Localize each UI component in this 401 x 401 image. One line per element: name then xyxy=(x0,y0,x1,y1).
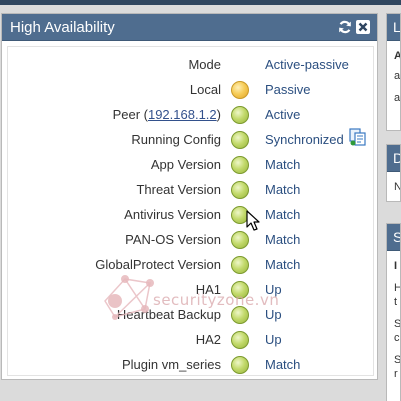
status-ok-icon xyxy=(231,105,249,124)
ha-row-value: Up xyxy=(265,332,282,347)
status-ok-icon xyxy=(231,305,249,324)
ha-row: HA1 Up xyxy=(8,277,375,302)
side-panel-1-line: A xyxy=(387,49,400,63)
side-panel-3-line: S xyxy=(394,318,401,330)
ha-row-value: Match xyxy=(265,257,301,272)
ha-row-label: GlobalProtect Version xyxy=(95,257,221,272)
status-ok-icon xyxy=(231,330,249,349)
status-ok-icon xyxy=(231,355,249,374)
ha-row: Threat Version Match xyxy=(8,177,375,202)
ha-row: Plugin vm_series Match xyxy=(8,352,375,377)
ha-row-value: Synchronized xyxy=(265,132,344,147)
ha-row: Running Config Synchronized xyxy=(8,127,375,152)
ha-row-value: Active-passive xyxy=(265,57,349,72)
peer-ip-link[interactable]: 192.168.1.2 xyxy=(148,107,217,122)
status-ok-icon xyxy=(231,180,249,199)
widget-title: High Availability xyxy=(10,18,115,36)
ha-row-label: Antivirus Version xyxy=(124,207,221,222)
side-panel-1-header: L xyxy=(387,14,400,41)
ha-row-value: Match xyxy=(265,157,301,172)
ha-row: HA2 Up xyxy=(8,327,375,352)
ha-row: Local Passive xyxy=(8,77,375,102)
ha-row-label: HA2 xyxy=(195,332,221,347)
close-icon[interactable] xyxy=(356,20,370,34)
ha-row-label: Running Config xyxy=(131,132,221,147)
status-passive-icon xyxy=(231,80,249,99)
ha-row-value: Passive xyxy=(265,82,311,97)
ha-status-table: Mode Active-passive Local Passive Peer (192.… xyxy=(7,46,374,376)
side-panel-3-line: t xyxy=(394,296,398,308)
ha-row: GlobalProtect Version Match xyxy=(8,252,375,277)
ha-row-label: Mode xyxy=(188,57,221,72)
side-panel-3-header: S xyxy=(387,224,400,251)
ha-row-label: PAN-OS Version xyxy=(125,232,221,247)
ha-row: Antivirus Version Match xyxy=(8,202,375,227)
ha-row-label: Local xyxy=(189,82,221,97)
side-panel-3-line: r xyxy=(394,368,398,380)
side-panel-2: D N xyxy=(386,144,401,202)
status-ok-icon xyxy=(231,255,249,274)
compare-config-icon[interactable] xyxy=(349,128,367,146)
ha-row-value: Match xyxy=(265,207,301,222)
side-panel-2-line: N xyxy=(387,180,400,194)
ha-row-value: Up xyxy=(265,282,282,297)
ha-row-value: Up xyxy=(265,307,282,322)
ha-row-label: Heartbeat Backup xyxy=(116,307,221,322)
top-strip xyxy=(0,0,401,5)
high-availability-widget: High Availability Mode Active-passive Loca… xyxy=(1,13,378,380)
status-ok-icon xyxy=(231,130,249,149)
ha-row-label-prefix: Peer ( xyxy=(112,107,148,122)
widget-header: High Availability xyxy=(2,14,377,41)
ha-row: Peer (192.168.1.2) Active xyxy=(8,102,375,127)
ha-row-value: Match xyxy=(265,182,301,197)
status-ok-icon xyxy=(231,230,249,249)
ha-row-label-suffix: ) xyxy=(216,107,221,122)
side-panel-1: L A a a xyxy=(386,13,401,131)
ha-row-value: Match xyxy=(265,232,301,247)
side-panel-3-line: H xyxy=(387,281,400,295)
ha-row: App Version Match xyxy=(8,152,375,177)
status-ok-icon xyxy=(231,155,249,174)
side-panel-1-line: a xyxy=(394,70,401,82)
side-panel-3-line: I xyxy=(394,260,398,272)
ha-row-value: Active xyxy=(265,107,301,122)
ha-row-label: App Version xyxy=(150,157,221,172)
ha-row: Mode Active-passive xyxy=(8,52,375,77)
side-panel-2-header: D xyxy=(387,145,400,172)
side-panel-3: S I H t S c S r xyxy=(386,223,401,401)
refresh-icon[interactable] xyxy=(338,20,352,34)
ha-row-label: HA1 xyxy=(195,282,221,297)
status-ok-icon xyxy=(231,280,249,299)
ha-row: Heartbeat Backup Up xyxy=(8,302,375,327)
side-panel-1-line: a xyxy=(394,92,401,104)
mouse-cursor-icon xyxy=(246,210,260,231)
side-panel-3-line: c xyxy=(394,332,400,344)
side-panel-3-line: S xyxy=(394,354,401,366)
ha-row-label: Threat Version xyxy=(136,182,221,197)
ha-row-label: Peer (192.168.1.2) xyxy=(113,107,221,122)
ha-row-value: Match xyxy=(265,357,301,372)
ha-row-label: Plugin vm_series xyxy=(122,357,221,372)
ha-row: PAN-OS Version Match xyxy=(8,227,375,252)
